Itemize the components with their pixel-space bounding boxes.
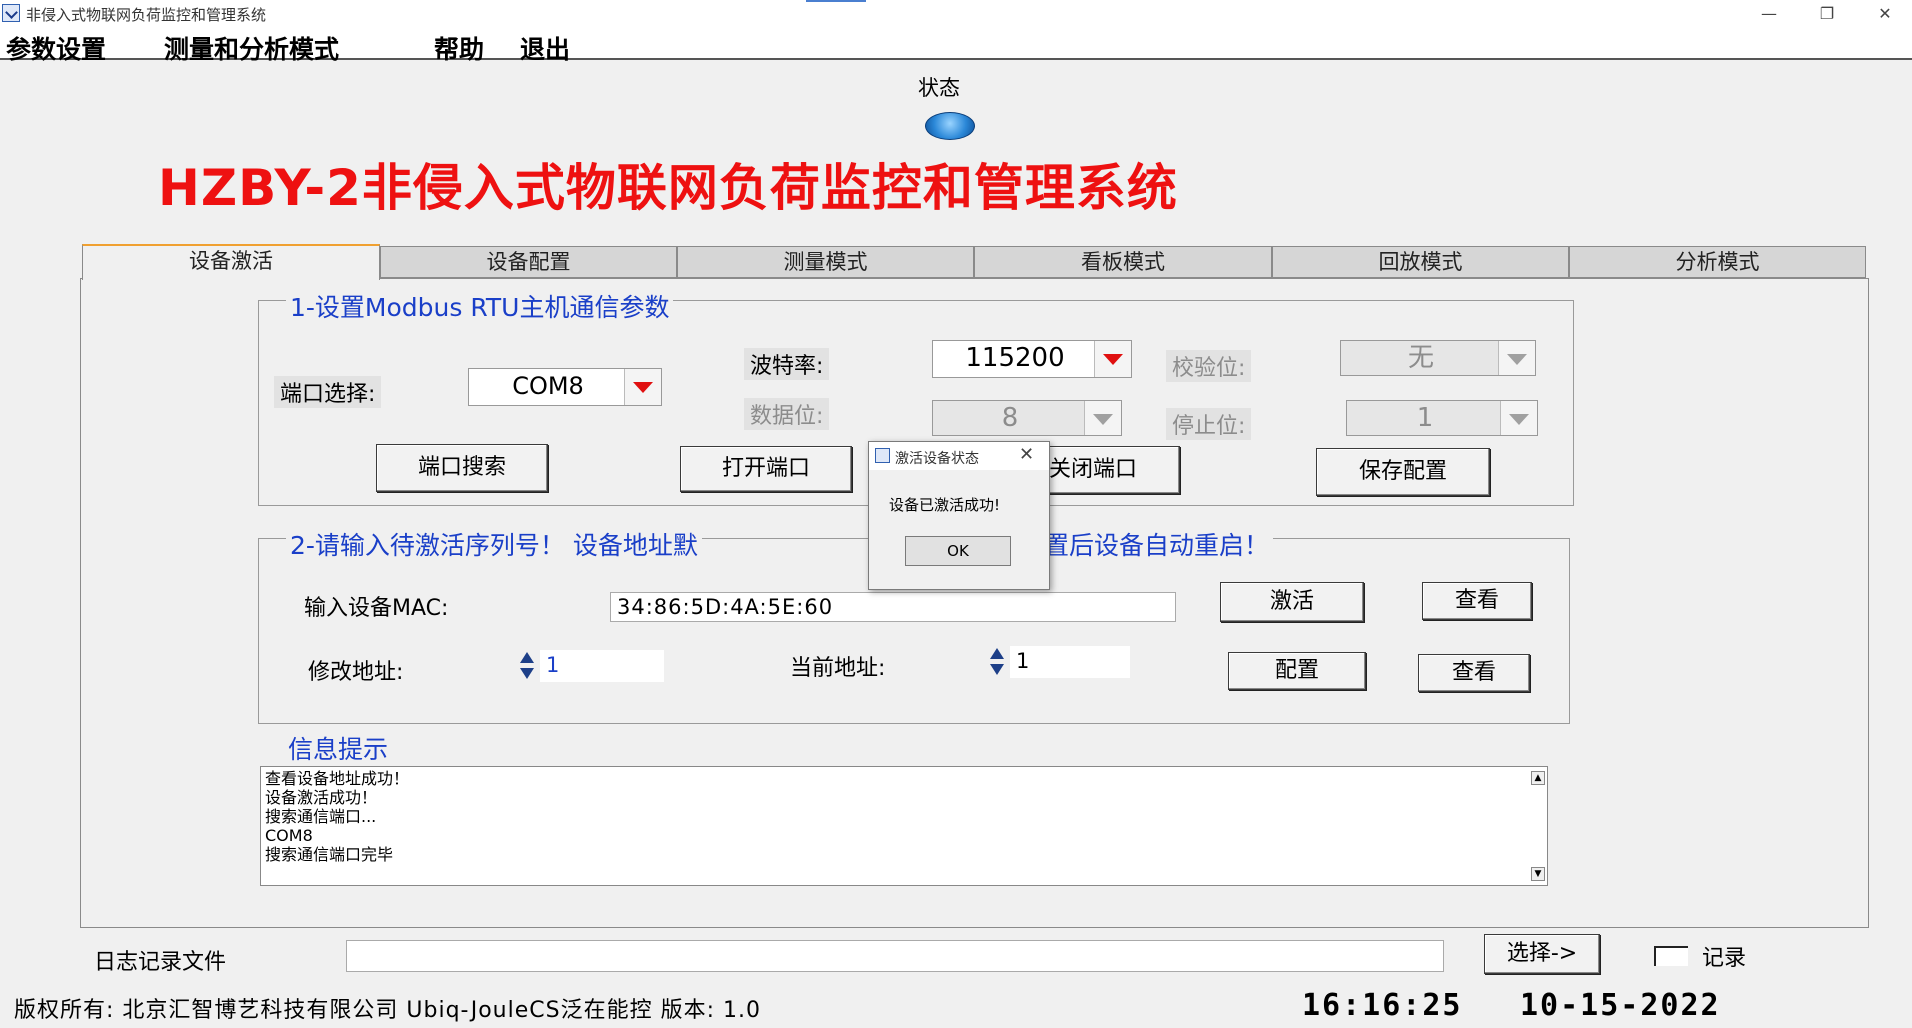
port-select[interactable]: COM8 xyxy=(468,368,662,406)
scroll-down-icon[interactable]: ▼ xyxy=(1531,867,1545,881)
modify-address-spin-icon[interactable] xyxy=(516,650,538,682)
log-line: 搜索通信端口完毕 xyxy=(265,845,394,864)
dialog-ok-button[interactable]: OK xyxy=(905,536,1011,566)
menu-param-settings[interactable]: 参数设置 xyxy=(6,30,106,66)
minimize-button[interactable]: — xyxy=(1746,0,1792,28)
port-select-value: COM8 xyxy=(512,372,584,400)
clock-date: 10-15-2022 xyxy=(1520,988,1721,1023)
dialog-message: 设备已激活成功! xyxy=(889,496,1001,514)
tab-playback-mode[interactable]: 回放模式 xyxy=(1272,246,1569,278)
restore-button[interactable]: ❐ xyxy=(1804,0,1850,28)
window-title: 非侵入式物联网负荷监控和管理系统 xyxy=(26,6,267,24)
info-title: 信息提示 xyxy=(286,730,391,766)
mac-label: 输入设备MAC: xyxy=(304,596,449,621)
tab-device-activation[interactable]: 设备激活 xyxy=(82,244,380,280)
save-config-button[interactable]: 保存配置 xyxy=(1316,448,1490,496)
parity-select[interactable]: 无 xyxy=(1340,340,1536,376)
dialog-title: 激活设备状态 xyxy=(895,451,979,467)
tab-board-mode[interactable]: 看板模式 xyxy=(974,246,1272,278)
stop-bits-value: 1 xyxy=(1416,403,1434,433)
data-bits-select[interactable]: 8 xyxy=(932,400,1122,436)
stop-bits-label: 停止位: xyxy=(1166,408,1252,440)
log-line: 设备激活成功！ xyxy=(265,788,378,807)
activation-title-left: 2-请输入待激活序列号！ 设备地址默 xyxy=(286,526,702,562)
stop-bits-dropdown-icon[interactable] xyxy=(1500,401,1537,435)
clock-time: 16:16:25 xyxy=(1302,988,1463,1023)
tab-device-config[interactable]: 设备配置 xyxy=(380,246,677,278)
log-line: COM8 xyxy=(265,826,313,845)
parity-dropdown-icon[interactable] xyxy=(1498,341,1535,375)
baud-dropdown-icon[interactable] xyxy=(1094,341,1131,377)
log-file-input[interactable] xyxy=(346,940,1444,972)
current-address-label: 当前地址: xyxy=(790,656,886,681)
port-search-button[interactable]: 端口搜索 xyxy=(376,444,548,492)
baud-rate-label: 波特率: xyxy=(744,348,830,380)
parity-value: 无 xyxy=(1407,343,1434,373)
data-bits-dropdown-icon[interactable] xyxy=(1084,401,1121,435)
config-address-button[interactable]: 配置 xyxy=(1228,652,1366,690)
port-select-label: 端口选择: xyxy=(274,376,382,408)
activate-button[interactable]: 激活 xyxy=(1220,582,1364,622)
modbus-settings-title: 1-设置Modbus RTU主机通信参数 xyxy=(286,288,674,324)
baud-rate-value: 115200 xyxy=(965,343,1065,373)
data-bits-value: 8 xyxy=(1001,403,1019,433)
mac-input[interactable]: 34:86:5D:4A:5E:60 xyxy=(610,592,1176,622)
app-icon xyxy=(2,4,20,22)
info-log-textarea[interactable]: 查看设备地址成功！ 设备激活成功！ 搜索通信端口... COM8 搜索通信端口完… xyxy=(260,766,1548,886)
stop-bits-select[interactable]: 1 xyxy=(1346,400,1538,436)
log-file-label: 日志记录文件 xyxy=(94,950,227,975)
close-button[interactable]: ✕ xyxy=(1862,0,1908,28)
menu-measure-analysis[interactable]: 测量和分析模式 xyxy=(164,30,339,66)
record-checkbox[interactable] xyxy=(1654,946,1688,966)
current-address-spin-icon[interactable] xyxy=(986,646,1008,678)
activation-status-dialog: 激活设备状态 ✕ 设备已激活成功! OK xyxy=(868,441,1050,590)
baud-rate-select[interactable]: 115200 xyxy=(932,340,1132,378)
page-title: HZBY-2非侵入式物联网负荷监控和管理系统 xyxy=(158,159,1178,217)
menu-help[interactable]: 帮助 xyxy=(434,30,484,66)
port-dropdown-icon[interactable] xyxy=(624,369,661,405)
modify-address-input[interactable]: 1 xyxy=(540,650,664,682)
window-title-bar xyxy=(0,0,1912,28)
menu-exit[interactable]: 退出 xyxy=(520,30,570,66)
tab-measure-mode[interactable]: 测量模式 xyxy=(677,246,974,278)
select-file-button[interactable]: 选择-> xyxy=(1484,934,1600,974)
view-activation-button[interactable]: 查看 xyxy=(1422,582,1532,620)
title-accent-line xyxy=(806,0,866,2)
log-line: 查看设备地址成功！ xyxy=(265,769,410,788)
modify-address-label: 修改地址: xyxy=(308,660,404,685)
log-line: 搜索通信端口... xyxy=(265,807,377,826)
record-label: 记录 xyxy=(1702,946,1747,971)
parity-label: 校验位: xyxy=(1166,350,1252,382)
current-address-input[interactable]: 1 xyxy=(1010,646,1130,678)
scroll-up-icon[interactable]: ▲ xyxy=(1531,771,1545,785)
dialog-app-icon xyxy=(875,448,890,463)
activation-title-right: 置后设备自动重启！ xyxy=(1040,526,1274,562)
view-address-button[interactable]: 查看 xyxy=(1418,654,1530,692)
copyright-text: 版权所有: 北京汇智博艺科技有限公司 Ubiq-JouleCS泛在能控 版本: … xyxy=(14,998,761,1023)
status-label: 状态 xyxy=(918,76,960,100)
open-port-button[interactable]: 打开端口 xyxy=(680,446,852,492)
dialog-close-icon[interactable]: ✕ xyxy=(1019,444,1034,465)
data-bits-label: 数据位: xyxy=(744,398,830,430)
tab-analysis-mode[interactable]: 分析模式 xyxy=(1569,246,1866,278)
status-indicator-icon xyxy=(925,112,975,140)
